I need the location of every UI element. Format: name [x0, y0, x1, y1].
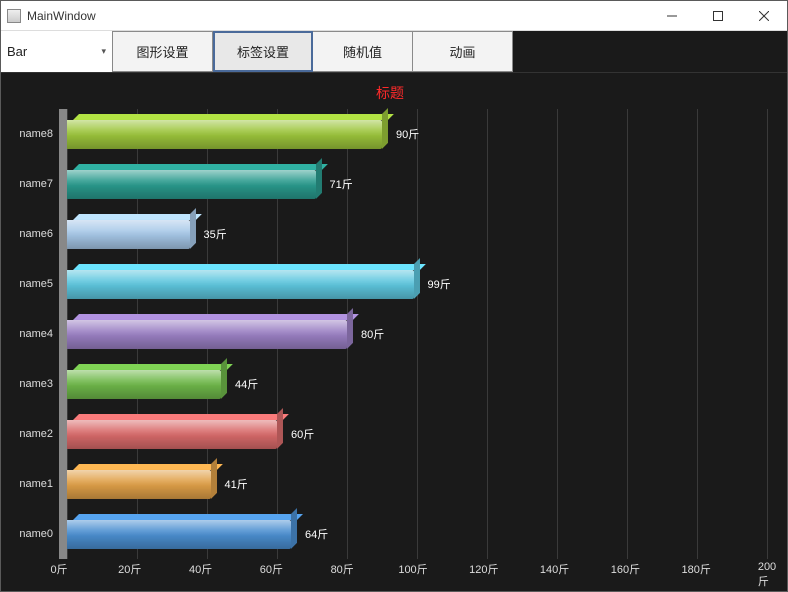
plot-wrap: name8name7name6name5name4name3name2name1…: [13, 109, 767, 559]
x-axis-label: 40斤: [189, 561, 212, 577]
plot: 90斤 71斤 35斤 99斤 80斤 44斤 60斤 41斤 64斤: [59, 109, 767, 559]
main-window: MainWindow Bar ▾ 图形设置标签设置随机值动画 标题 name8n…: [0, 0, 788, 592]
y-axis-labels: name8name7name6name5name4name3name2name1…: [13, 109, 59, 559]
maximize-button[interactable]: [695, 1, 741, 30]
bar[interactable]: 60斤: [67, 420, 277, 449]
y-axis-label: name6: [13, 209, 59, 259]
x-axis-label: 100斤: [398, 561, 427, 577]
bar[interactable]: 35斤: [67, 220, 190, 249]
bar-row: 99斤: [67, 259, 767, 309]
bar-value-label: 35斤: [204, 226, 227, 242]
gridline: [767, 109, 768, 559]
bar-value-label: 60斤: [291, 426, 314, 442]
bar-row: 80斤: [67, 309, 767, 359]
bar-value-label: 44斤: [235, 376, 258, 392]
x-axis-label: 120斤: [469, 561, 498, 577]
bar-value-label: 64斤: [305, 526, 328, 542]
y-axis-label: name3: [13, 359, 59, 409]
close-button[interactable]: [741, 1, 787, 30]
toolbar-buttons: 图形设置标签设置随机值动画: [113, 31, 513, 72]
x-axis-label: 160斤: [611, 561, 640, 577]
toolbar: Bar ▾ 图形设置标签设置随机值动画: [1, 31, 787, 73]
chevron-down-icon: ▾: [101, 46, 106, 57]
x-axis-label: 0斤: [50, 561, 67, 577]
bar[interactable]: 44斤: [67, 370, 221, 399]
app-body: Bar ▾ 图形设置标签设置随机值动画 标题 name8name7name6na…: [1, 31, 787, 591]
titlebar: MainWindow: [1, 1, 787, 31]
y-axis-label: name0: [13, 509, 59, 559]
bar-row: 64斤: [67, 509, 767, 559]
app-icon: [7, 9, 21, 23]
x-axis-label: 80斤: [331, 561, 354, 577]
toolbar-button-3[interactable]: 动画: [413, 31, 513, 72]
chart-area: 标题 name8name7name6name5name4name3name2na…: [1, 73, 787, 591]
x-axis: 0斤20斤40斤60斤80斤100斤120斤140斤160斤180斤200斤: [59, 561, 767, 575]
toolbar-button-1[interactable]: 标签设置: [213, 31, 313, 72]
chart-title: 标题: [13, 83, 767, 103]
bar-value-label: 99斤: [428, 276, 451, 292]
x-axis-label: 200斤: [758, 561, 776, 589]
bars: 90斤 71斤 35斤 99斤 80斤 44斤 60斤 41斤 64斤: [67, 109, 767, 559]
y-axis-label: name1: [13, 459, 59, 509]
chart-type-combo[interactable]: Bar ▾: [1, 31, 113, 72]
y-axis-label: name5: [13, 259, 59, 309]
combo-value: Bar: [7, 44, 27, 59]
x-axis-label: 60斤: [260, 561, 283, 577]
bar-value-label: 41斤: [225, 476, 248, 492]
x-axis-label: 20斤: [118, 561, 141, 577]
bar[interactable]: 64斤: [67, 520, 291, 549]
bar[interactable]: 90斤: [67, 120, 382, 149]
window-title: MainWindow: [27, 9, 649, 23]
bar-value-label: 71斤: [330, 176, 353, 192]
x-axis-label: 180斤: [682, 561, 711, 577]
toolbar-button-2[interactable]: 随机值: [313, 31, 413, 72]
bar-value-label: 90斤: [396, 126, 419, 142]
bar-row: 35斤: [67, 209, 767, 259]
y-axis-label: name2: [13, 409, 59, 459]
bar[interactable]: 41斤: [67, 470, 211, 499]
y-axis-label: name8: [13, 109, 59, 159]
minimize-button[interactable]: [649, 1, 695, 30]
bar[interactable]: 80斤: [67, 320, 347, 349]
bar-row: 60斤: [67, 409, 767, 459]
bar-value-label: 80斤: [361, 326, 384, 342]
toolbar-button-0[interactable]: 图形设置: [113, 31, 213, 72]
x-axis-label: 140斤: [540, 561, 569, 577]
bar-row: 71斤: [67, 159, 767, 209]
y-axis-label: name4: [13, 309, 59, 359]
bar-row: 41斤: [67, 459, 767, 509]
y-axis-label: name7: [13, 159, 59, 209]
bar-row: 44斤: [67, 359, 767, 409]
bar[interactable]: 99斤: [67, 270, 414, 299]
bar-row: 90斤: [67, 109, 767, 159]
bar[interactable]: 71斤: [67, 170, 316, 199]
